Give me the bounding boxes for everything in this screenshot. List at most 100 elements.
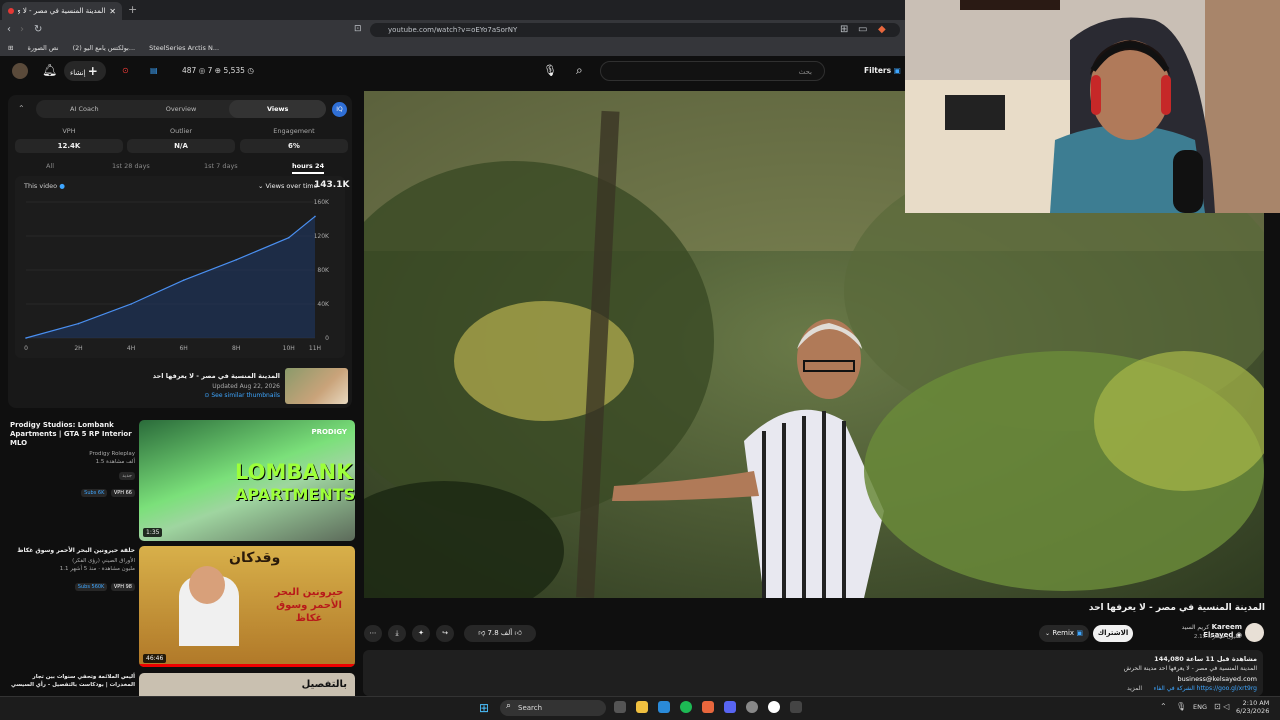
reload-icon[interactable]: ↻ (34, 24, 42, 35)
notifications-icon[interactable]: 🔔︎ (42, 63, 57, 77)
tab-overview[interactable]: Overview (133, 100, 230, 118)
bookmark-icon[interactable]: ⊡ (354, 24, 362, 34)
discord-icon[interactable] (724, 701, 736, 713)
data-point (182, 279, 185, 281)
remix-label: Remix (1052, 629, 1075, 637)
thumb-person-head (189, 566, 225, 604)
search-input[interactable]: بحث (600, 61, 825, 81)
spotify-icon[interactable] (680, 701, 692, 713)
store-icon[interactable] (658, 701, 670, 713)
like-count: 7.8 ألف (487, 629, 513, 637)
dislike-icon[interactable]: 👎︎ (478, 629, 485, 637)
y-tick-label: 40K (317, 301, 330, 308)
metric-value: 12.4K (15, 139, 123, 153)
bookmark-item[interactable]: SteelSeries Arctis N... (149, 44, 219, 52)
data-point (77, 322, 80, 325)
collapse-icon[interactable]: ⌃ (18, 104, 25, 113)
subscribe-button[interactable]: الاشتراك (1093, 625, 1133, 642)
rec-thumbnail-1[interactable]: LOMBANK APARTMENTS PRODIGY 1:35 (139, 420, 355, 541)
tray-chevron-icon[interactable]: ⌃ (1160, 702, 1167, 711)
share-icon[interactable]: ↪ (436, 625, 454, 642)
vidiq-logo-icon[interactable]: IQ (332, 102, 347, 117)
range-all[interactable]: All (46, 162, 54, 170)
browser-tab[interactable]: المدينة المنسية في مصر - لا ي ✕ (2, 2, 122, 20)
like-icon[interactable]: 👍︎ (514, 629, 521, 637)
stat-views: 487 (182, 66, 197, 75)
vidiq-icon[interactable]: ▤ (150, 66, 158, 75)
data-point (314, 215, 316, 218)
duration-badge: 46:46 (143, 654, 167, 663)
bookmark-item[interactable]: (2) بولكتس يامع اليو... (73, 44, 135, 52)
cast-icon[interactable]: ▭ (858, 24, 867, 35)
range-24-hours[interactable]: hours 24 (292, 162, 325, 174)
url-field[interactable]: youtube.com/watch?v=oEYo7aSorNY (370, 23, 900, 37)
thumb-text: APARTMENTS (235, 485, 355, 504)
taskbar-search-label: Search (518, 704, 543, 712)
thumb-logo: PRODIGY (311, 428, 347, 436)
new-badge: جديد (119, 472, 135, 480)
range-7-days[interactable]: 1st 7 days (204, 162, 238, 170)
rec-item-1-info[interactable]: Prodigy Studios: Lombank Apartments | GT… (10, 421, 135, 497)
x-tick-label: 11H (309, 345, 321, 352)
channel-link[interactable]: الشركة في الفاء https://goo.gl/xrt9rg (1154, 685, 1257, 692)
network-volume-icon[interactable]: ⊡ ◁ (1214, 702, 1229, 711)
task-view-icon[interactable] (614, 701, 626, 713)
more-link[interactable]: المزيد (1127, 685, 1142, 692)
filters-button[interactable]: Filters ▣ (864, 64, 904, 78)
tab-views[interactable]: Views (229, 100, 327, 118)
email-link[interactable]: business@kelsayed.com (1178, 675, 1257, 683)
metric-label: VPH (62, 127, 76, 135)
rec-item-2-info[interactable]: حلقة حيرونين البحر الأحمر وسوق غكاظ الأو… (10, 546, 135, 591)
search-icon[interactable]: ⌕ (576, 63, 583, 78)
rec-thumbnail-2[interactable]: وقدكان حيرونين البحر الأحمر وسوق غكاظ 46… (139, 546, 355, 667)
thumb-text: LOMBANK (235, 460, 353, 484)
create-label: إنشاء (70, 69, 86, 77)
webcam-overlay (905, 0, 1280, 213)
metric-label: Engagement (273, 127, 315, 135)
clock[interactable]: 2:10 AM 6/23/2026 (1236, 699, 1269, 715)
remix-button[interactable]: ⌄ Remix ▣ (1039, 625, 1089, 642)
bookmark-item[interactable]: نص الصورة (27, 44, 58, 52)
brave-icon[interactable]: ◆ (878, 24, 886, 35)
bookmarks-bar: ⊞ نص الصورة (2) بولكتس يامع اليو... Stee… (0, 40, 905, 56)
range-28-days[interactable]: 1st 28 days (112, 162, 150, 170)
translate-icon[interactable]: ⊞ (840, 24, 848, 35)
file-explorer-icon[interactable] (636, 701, 648, 713)
rec-thumbnail-3[interactable]: بالتفصيل (139, 673, 355, 696)
rec-channel: الأوراق الصيني (رؤى الفكر) (72, 558, 135, 564)
taskbar-search[interactable]: Search (500, 700, 606, 716)
create-button[interactable]: إنشاء + (64, 61, 106, 81)
close-icon[interactable]: ✕ (109, 7, 116, 16)
windows-start-icon[interactable]: ⊞ (479, 701, 489, 715)
ask-icon[interactable]: ✦ (412, 625, 430, 642)
language-indicator[interactable]: ENG (1193, 703, 1207, 711)
chrome-icon[interactable] (746, 701, 758, 713)
mic-tray-icon[interactable]: 🎙︎ (1176, 702, 1186, 711)
filters-label: Filters (864, 66, 892, 75)
new-tab-button[interactable]: + (128, 3, 137, 16)
live-icon[interactable]: ⊙ (122, 66, 129, 75)
more-actions-button[interactable]: ⋯ (364, 625, 382, 642)
thumbnail-item[interactable]: المدينة المنسية في مصر - لا يعرفها احد U… (16, 368, 348, 404)
channel-avatar[interactable] (1245, 623, 1264, 642)
app-icon[interactable] (790, 701, 802, 713)
obs-icon[interactable] (768, 701, 780, 713)
like-dislike-button[interactable]: 👎︎ 7.8 ألف 👍︎ (464, 625, 536, 642)
avatar[interactable] (12, 63, 28, 79)
forward-icon[interactable]: › (20, 24, 24, 35)
back-icon[interactable]: ‹ (7, 24, 11, 35)
vph-pill: VPH 66 (110, 489, 135, 497)
apps-icon[interactable]: ⊞ (8, 44, 13, 52)
x-tick-label: 2H (74, 345, 82, 352)
clock-time: 2:10 AM (1242, 699, 1270, 707)
download-icon[interactable]: ⤓ (388, 625, 406, 642)
rec-item-3-info[interactable]: أليس الملائمة وتحفي سنوات بين تجار المخد… (10, 673, 135, 689)
brave-icon[interactable] (702, 701, 714, 713)
mic-icon[interactable]: 🎙︎ (543, 64, 557, 77)
tab-ai-coach[interactable]: AI Coach (36, 100, 133, 118)
description-box[interactable]: 144,080 مشاهدة قبل 11 ساعة المدينة المنس… (363, 650, 1263, 696)
data-point (235, 259, 237, 261)
data-point (130, 303, 132, 305)
data-point (287, 236, 290, 239)
see-similar-link[interactable]: ⊙ See similar thumbnails (204, 392, 280, 399)
